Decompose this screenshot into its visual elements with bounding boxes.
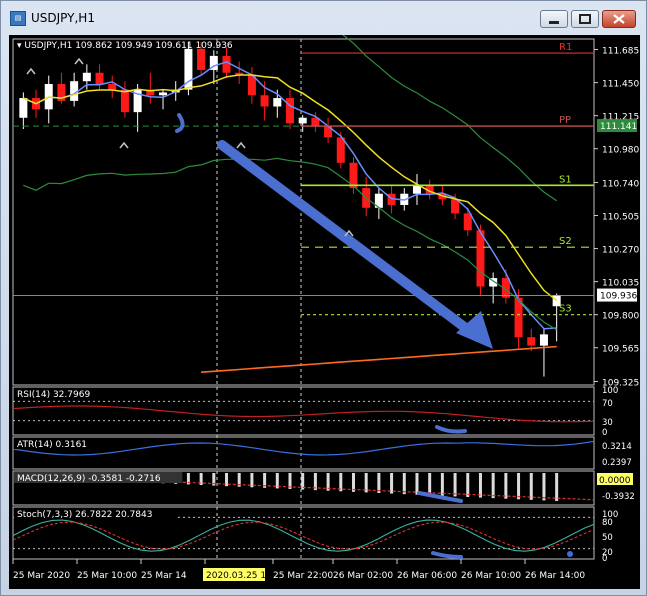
candle-body	[159, 92, 168, 96]
atr-level: 0.3214	[602, 442, 632, 452]
y-tick-label: 111.450	[602, 80, 639, 90]
close-button[interactable]	[602, 10, 636, 28]
fractal-arrow	[26, 67, 36, 75]
minimize-button[interactable]	[540, 10, 568, 28]
pivot-label-s2: S2	[559, 236, 572, 247]
pivot-label-s1: S1	[559, 174, 572, 185]
x-tick-label: 26 Mar 10:00	[461, 571, 521, 581]
window-title: USDJPY,H1	[31, 11, 95, 25]
pivot-label-pp: PP	[559, 115, 571, 126]
rsi-level: 0	[602, 428, 607, 438]
fractal-arrow	[119, 141, 129, 149]
annotation-stroke	[175, 113, 185, 133]
stoch-dot	[567, 551, 573, 557]
x-tick-label: 25 Mar 10:00	[77, 571, 137, 581]
chart-window: ▤ USDJPY,H1 R1 PP S1 S2 S3 111.685 111.450 111.…	[0, 0, 647, 596]
y-tick-label: 110.740	[602, 179, 639, 189]
candle-body	[298, 117, 307, 124]
macd-bar	[466, 473, 470, 497]
atr-level: 0.2397	[602, 458, 632, 468]
price-header: ▾ USDJPY,H1 109.862 109.949 109.611 109.…	[17, 41, 233, 51]
y-tick-label: 110.980	[602, 146, 639, 156]
x-tick-label: 25 Mar 22:00	[273, 571, 333, 581]
fractal-arrow	[236, 141, 246, 149]
pivot-label-s3: S3	[559, 304, 572, 315]
stoch-level: 0	[602, 554, 607, 564]
stoch-level: 50	[602, 533, 613, 543]
panel-frame	[12, 436, 595, 470]
macd-bar	[478, 473, 482, 498]
maximize-button[interactable]	[571, 10, 599, 28]
atr-label: ATR(14) 0.3161	[17, 440, 87, 450]
rsi-level: 100	[602, 386, 618, 396]
x-tick-label: 26 Mar 02:00	[333, 571, 393, 581]
macd-bar	[529, 473, 533, 500]
macd-bar	[517, 473, 521, 500]
title-bar[interactable]: ▤ USDJPY,H1	[1, 1, 646, 35]
x-tick-label: 26 Mar 06:00	[397, 571, 457, 581]
candle-body	[19, 98, 28, 118]
stoch-main	[12, 519, 595, 552]
rsi-level: 30	[602, 418, 613, 428]
candle-body	[463, 213, 472, 231]
fractal-arrow	[74, 57, 84, 65]
y-tick-label: 110.270	[602, 246, 639, 256]
candle-body	[451, 199, 460, 214]
trend-arrow-shaft	[217, 140, 480, 340]
y-tick-label: 110.035	[602, 279, 639, 289]
candle-body	[222, 55, 231, 73]
candle-body	[260, 95, 269, 107]
macd-bar	[453, 473, 457, 497]
candle-body	[273, 98, 282, 107]
x-tick-label: 25 Mar 2020	[13, 571, 70, 581]
macd-level: 0.0000	[599, 476, 631, 486]
macd-bar	[555, 473, 559, 501]
chart-canvas[interactable]: R1 PP S1 S2 S3 111.685 111.450 111.215 110.980 11…	[9, 35, 640, 589]
macd-bar	[542, 473, 546, 501]
macd-level: -0.3932	[602, 492, 635, 502]
atr-line	[12, 440, 595, 456]
y-tick-label: 111.685	[602, 47, 639, 57]
trend-arrow-head	[456, 311, 493, 349]
chart-svg[interactable]: R1PPS1S2S3111.685111.450111.215110.98011…	[9, 35, 640, 589]
candle-body	[120, 89, 129, 113]
candle-body	[286, 98, 294, 124]
rsi-level: 70	[602, 399, 613, 409]
macd-bar	[390, 473, 394, 494]
x-tick-label: 26 Mar 14:00	[525, 571, 585, 581]
rsi-line	[12, 405, 595, 423]
pivot-label-r1: R1	[559, 42, 572, 53]
current-price-value: 109.936	[600, 292, 637, 302]
candle-body	[108, 84, 117, 90]
macd-bar	[440, 473, 444, 496]
stoch-label: Stoch(7,3,3) 26.7822 20.7843	[17, 510, 152, 520]
stoch-signal	[12, 521, 595, 550]
candle-body	[336, 137, 345, 163]
stoch-annotation	[431, 551, 463, 559]
candle-body	[95, 72, 104, 85]
chart-window-icon: ▤	[10, 11, 26, 26]
stoch-level: 80	[602, 518, 613, 528]
candle-body	[527, 337, 536, 346]
rsi-annotation	[435, 425, 467, 434]
candle-body	[539, 334, 548, 346]
rsi-label: RSI(14) 32.7969	[17, 390, 90, 400]
macd-label: MACD(12,26,9) -0.3581 -0.2716	[17, 474, 161, 484]
candle-body	[197, 48, 206, 70]
macd-bar	[491, 473, 495, 499]
long-ma-line	[201, 345, 557, 373]
y-tick-label: 109.800	[602, 312, 639, 322]
macd-bar	[402, 473, 406, 495]
pivot-badge-value: 111.141	[600, 122, 637, 132]
candle-body	[82, 72, 91, 82]
x-tick-label: 25 Mar 14	[141, 571, 187, 581]
macd-bar	[504, 473, 508, 499]
candle-body	[476, 230, 485, 287]
macd-bar	[428, 473, 432, 496]
y-tick-label: 110.505	[602, 213, 639, 223]
y-tick-label: 109.565	[602, 345, 639, 355]
